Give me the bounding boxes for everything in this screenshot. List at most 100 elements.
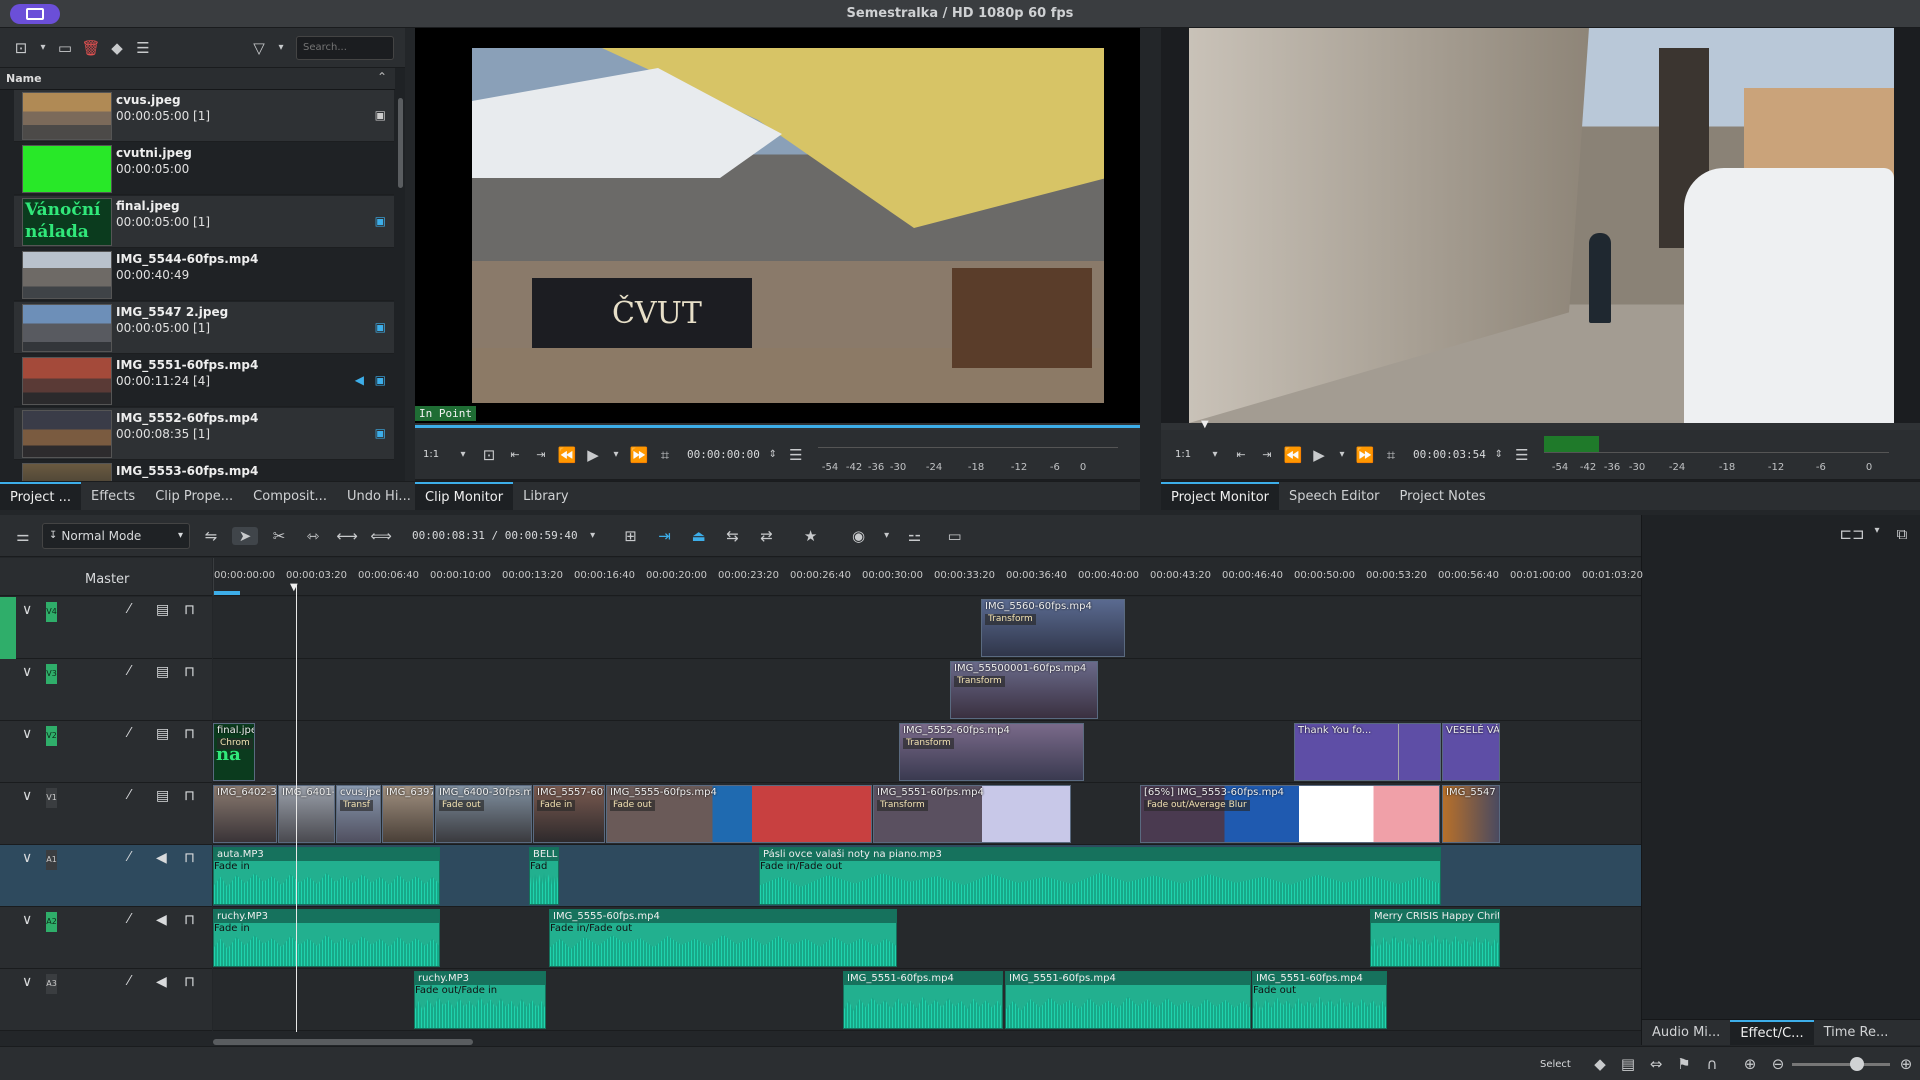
- bin-scrollbar[interactable]: [398, 98, 403, 188]
- timeline-clip[interactable]: IMG_6397: [382, 785, 434, 843]
- timeline-scrollbar[interactable]: [213, 1039, 473, 1045]
- hide-video-icon[interactable]: ▤: [156, 788, 169, 804]
- effects-wand-icon[interactable]: ⁄: [128, 664, 130, 679]
- effects-wand-icon[interactable]: ⁄: [128, 602, 130, 617]
- collapse-icon[interactable]: ∨: [22, 602, 32, 618]
- audio-clip[interactable]: IMG_5551-60fps.mp4 Fade out: [1252, 971, 1387, 1029]
- subtitle-icon[interactable]: ▭: [942, 527, 968, 545]
- chevron-down-icon[interactable]: ▾: [586, 530, 600, 541]
- audio-clip[interactable]: ruchy.MP3 Fade in: [213, 909, 440, 967]
- lock-icon[interactable]: ⊓: [184, 974, 195, 990]
- track-header-v1[interactable]: ∨ V1 ⁄ ▤ ⊓: [0, 783, 212, 845]
- chevron-down-icon[interactable]: ▾: [453, 449, 473, 460]
- zoom-fit-icon[interactable]: ⊕: [1740, 1055, 1760, 1073]
- settings-sliders-icon[interactable]: ⚌: [12, 527, 34, 545]
- track-header-a3[interactable]: ∨ A3 ⁄ ◀ ⊓: [0, 969, 212, 1031]
- timeline-clip[interactable]: IMG_5555-60fps.mp4 Fade out: [606, 785, 872, 843]
- clip-zoom-select[interactable]: 1:1: [423, 449, 447, 460]
- star-icon[interactable]: ★: [798, 527, 824, 545]
- remove-space-icon[interactable]: ⇄: [754, 527, 780, 545]
- timeline-clip[interactable]: IMG_5552-60fps.mp4 Transform: [899, 723, 1084, 781]
- lock-icon[interactable]: ⊓: [184, 726, 195, 742]
- zone-icon[interactable]: ⇔: [1646, 1055, 1666, 1073]
- delete-icon[interactable]: 🗑: [80, 39, 102, 57]
- track-header-v2[interactable]: ∨ V2 ⁄ ▤ ⊓: [0, 721, 212, 783]
- list-item[interactable]: cvus.jpeg 00:00:05:00 [1] ▣: [14, 90, 394, 142]
- tab-effect-composition[interactable]: Effect/C...: [1730, 1020, 1814, 1045]
- track-header-a2[interactable]: ∨ A2 ⁄ ◀ ⊓: [0, 907, 212, 969]
- forward-icon[interactable]: ⏩: [629, 446, 649, 464]
- tab-compositions[interactable]: Composit...: [243, 482, 337, 510]
- zoom-slider-handle[interactable]: [1850, 1057, 1864, 1071]
- audio-clip[interactable]: auta.MP3 Fade in: [213, 847, 440, 905]
- edit-mode-select[interactable]: ↧ Normal Mode ▾: [42, 522, 190, 549]
- tab-speech-editor[interactable]: Speech Editor: [1279, 482, 1390, 510]
- timeline-clip[interactable]: IMG_6402-3: [213, 785, 277, 843]
- add-clip-icon[interactable]: ⊡: [10, 39, 32, 57]
- tab-clip-monitor[interactable]: Clip Monitor: [415, 482, 514, 510]
- lock-icon[interactable]: ⊓: [184, 912, 195, 928]
- playhead-marker-icon[interactable]: ▼: [1201, 419, 1209, 430]
- hide-video-icon[interactable]: ▤: [156, 726, 169, 742]
- chevron-down-icon[interactable]: ▾: [1335, 449, 1349, 460]
- effects-wand-icon[interactable]: ⁄: [128, 850, 130, 865]
- layout-icon[interactable]: ⊏⊐: [1839, 525, 1864, 543]
- effects-wand-icon[interactable]: ⁄: [128, 974, 130, 989]
- project-zoom-select[interactable]: 1:1: [1175, 449, 1199, 460]
- tag-icon[interactable]: ◆: [106, 39, 128, 57]
- audio-clip[interactable]: Pásli ovce valaši noty na piano.mp3 Fade …: [759, 847, 1441, 905]
- audio-clip[interactable]: IMG_5555-60fps.mp4 Fade in/Fade out: [549, 909, 897, 967]
- rewind-icon[interactable]: ⏪: [557, 446, 577, 464]
- rewind-icon[interactable]: ⏪: [1283, 446, 1303, 464]
- playhead-icon[interactable]: ▼: [290, 582, 298, 593]
- track-header-v4[interactable]: ∨ V4 ⁄ ▤ ⊓: [0, 597, 212, 659]
- timeline-clip[interactable]: Thank You fo...: [1294, 723, 1441, 781]
- effects-wand-icon[interactable]: ⁄: [128, 912, 130, 927]
- bin-search-input[interactable]: [296, 35, 394, 60]
- tab-clip-properties[interactable]: Clip Prope...: [145, 482, 243, 510]
- timeline-clip[interactable]: cvus.jpegTransf: [336, 785, 381, 843]
- time-ruler[interactable]: 00:00:00:00 00:00:03:20 00:00:06:40 00:0…: [213, 558, 1643, 596]
- timeline-clip[interactable]: IMG_55500001-60fps.mp4 Transform: [950, 661, 1098, 719]
- list-item[interactable]: IMG_5547 2.jpeg 00:00:05:00 [1] ▣: [14, 302, 394, 354]
- slip-tool-icon[interactable]: ⇿: [300, 527, 326, 545]
- chevron-down-icon[interactable]: ▾: [1870, 525, 1884, 536]
- bin-column-header[interactable]: Name ⌃: [0, 68, 395, 90]
- clip-monitor-video[interactable]: ČVUT In Point: [415, 28, 1140, 423]
- filter-dropdown-icon[interactable]: ▾: [274, 42, 288, 53]
- chevron-down-icon[interactable]: ▾: [1205, 449, 1225, 460]
- tag-icon[interactable]: ◆: [1590, 1055, 1610, 1073]
- play-icon[interactable]: ▶: [1309, 446, 1329, 464]
- ripple-tool-icon[interactable]: ⟷: [334, 527, 360, 545]
- mixer-icon[interactable]: ⚍: [902, 527, 928, 545]
- tab-undo-history[interactable]: Undo Hi...: [337, 482, 421, 510]
- lock-icon[interactable]: ⊓: [184, 788, 195, 804]
- audio-clip[interactable]: IMG_5551-60fps.mp4: [843, 971, 1003, 1029]
- spin-icon[interactable]: ⇕: [1492, 449, 1506, 460]
- zone-marker[interactable]: [214, 591, 240, 595]
- dock-icon[interactable]: ⧉: [1892, 525, 1912, 543]
- hide-video-icon[interactable]: ▤: [156, 602, 169, 618]
- mute-audio-icon[interactable]: ◀: [156, 912, 167, 928]
- project-monitor-video[interactable]: [1189, 28, 1894, 423]
- select-tool-icon[interactable]: ➤: [232, 526, 258, 545]
- list-item[interactable]: cvutni.jpeg 00:00:05:00: [14, 143, 394, 195]
- zoom-in-icon[interactable]: ⊕: [1896, 1055, 1916, 1073]
- lock-icon[interactable]: ⊓: [184, 664, 195, 680]
- forward-icon[interactable]: ⏩: [1355, 446, 1375, 464]
- crop-icon[interactable]: ⌗: [655, 446, 675, 464]
- zoom-out-icon[interactable]: ⊖: [1768, 1055, 1788, 1073]
- tab-audio-mixer[interactable]: Audio Mi...: [1642, 1020, 1730, 1045]
- zoom-slider[interactable]: [1792, 1063, 1890, 1066]
- track-header-a1[interactable]: ∨ A1 ⁄ ◀ ⊓: [0, 845, 212, 907]
- mute-audio-icon[interactable]: ◀: [156, 850, 167, 866]
- spin-icon[interactable]: ⇕: [766, 449, 780, 460]
- menu-icon[interactable]: ☰: [1512, 446, 1532, 464]
- sort-up-icon[interactable]: ⌃: [377, 70, 387, 84]
- timeline-playhead[interactable]: [296, 584, 297, 1032]
- set-in-icon[interactable]: ⇤: [1231, 448, 1251, 461]
- fit-icon[interactable]: ⊡: [479, 446, 499, 464]
- flag-icon[interactable]: ⚑: [1674, 1055, 1694, 1073]
- set-in-icon[interactable]: ⇤: [505, 448, 525, 461]
- timeline-clip[interactable]: IMG_5557-60f Fade in: [533, 785, 605, 843]
